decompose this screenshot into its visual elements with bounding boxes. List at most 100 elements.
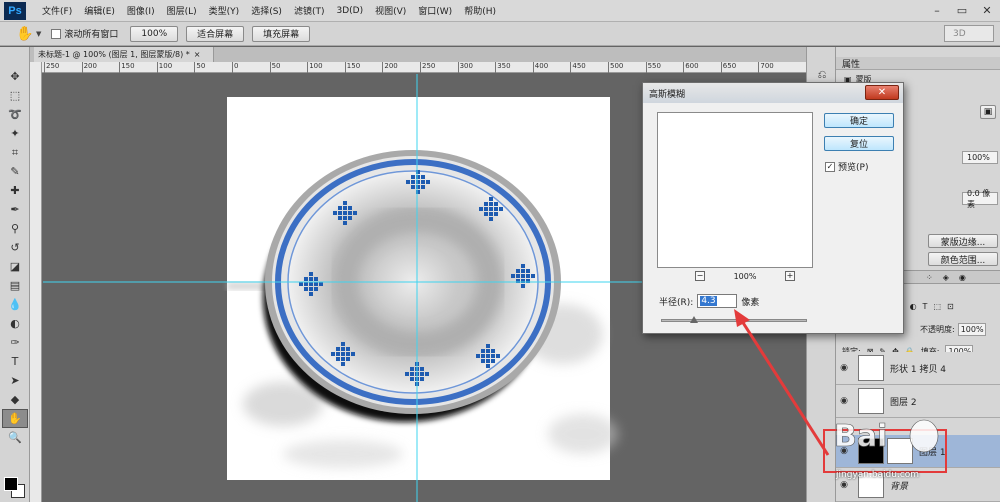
- healing-brush-tool-icon[interactable]: ✚: [2, 181, 28, 200]
- document-tab-bar: 未标题-1 @ 100% (图层 1, 图层蒙版/8) * ×: [30, 47, 806, 62]
- magic-wand-tool-icon[interactable]: ✦: [2, 124, 28, 143]
- restore-button[interactable]: ▭: [951, 2, 973, 18]
- apply-mask-icon[interactable]: ◈: [943, 273, 949, 282]
- horizontal-ruler[interactable]: 250 200 150 100 50 0 50 100 150 200 250 300 350 400 45…: [42, 62, 806, 73]
- tools-panel: ✥ ⬚ ➰ ✦ ⌗ ✎ ✚ ✒ ⚲ ↺ ◪ ▤ 💧 ◐ ✑ T ➤ ◆ ✋ 🔍: [0, 47, 30, 502]
- filter-smart-icon[interactable]: ⊡: [947, 302, 954, 311]
- fill-screen-button[interactable]: 填充屏幕: [252, 25, 311, 42]
- tool-preset-caret-icon[interactable]: ▼: [36, 30, 41, 38]
- menu-select[interactable]: 选择(S): [245, 4, 288, 17]
- filter-adjust-icon[interactable]: ◐: [910, 302, 917, 311]
- clone-stamp-tool-icon[interactable]: ⚲: [2, 219, 28, 238]
- scroll-all-checkbox[interactable]: [51, 28, 62, 39]
- menu-image[interactable]: 图像(I): [121, 4, 161, 17]
- zoom-out-button[interactable]: −: [695, 271, 705, 281]
- ruler-tick-label: 350: [495, 62, 511, 73]
- preview-label: 预览(P): [838, 163, 869, 173]
- zoom-100-button[interactable]: 100%: [130, 25, 179, 42]
- properties-panel-header: 属性: [836, 57, 1000, 70]
- layer-row-shape-copy[interactable]: ◉ 形状 1 拷贝 4: [836, 352, 1000, 385]
- feather-field[interactable]: 0.0 像素: [962, 189, 998, 209]
- shape-tool-icon[interactable]: ◆: [2, 390, 28, 409]
- window-controls: – ▭ ✕: [926, 2, 998, 18]
- ok-button[interactable]: 确定: [824, 113, 894, 128]
- layer-name: 图层 1: [919, 447, 946, 458]
- density-field[interactable]: 100%: [962, 151, 998, 164]
- preview-checkbox[interactable]: ✓: [825, 161, 835, 172]
- ruler-tick-label: 50: [194, 62, 205, 73]
- layer-thumbnail: [858, 355, 884, 381]
- marquee-tool-icon[interactable]: ⬚: [2, 86, 28, 105]
- filter-preview[interactable]: [657, 112, 813, 268]
- close-window-button[interactable]: ✕: [976, 2, 998, 18]
- pixel-mask-icon[interactable]: ▣: [980, 105, 996, 119]
- filter-shape-icon[interactable]: ⬚: [933, 302, 941, 311]
- radius-input[interactable]: 4.3: [697, 294, 738, 308]
- opacity-field[interactable]: 100%: [957, 323, 986, 336]
- layer-visibility-icon[interactable]: ◉: [836, 480, 852, 490]
- ruler-tick-label: 50: [269, 62, 281, 73]
- document-tab-close-icon[interactable]: ×: [194, 50, 201, 59]
- reset-button[interactable]: 复位: [824, 136, 894, 151]
- visibility-icon[interactable]: ◉: [959, 273, 966, 282]
- ruler-tick-label: 550: [645, 62, 661, 73]
- ruler-tick-label: 700: [758, 62, 774, 73]
- vertical-ruler[interactable]: [30, 62, 42, 502]
- dialog-close-button[interactable]: ✕: [865, 85, 899, 100]
- menu-type[interactable]: 类型(Y): [203, 4, 246, 17]
- layer-visibility-icon[interactable]: ◉: [836, 396, 852, 406]
- ruler-tick-label: 250: [44, 62, 59, 73]
- foreground-color-swatch[interactable]: [4, 477, 18, 491]
- load-selection-icon[interactable]: ⁘: [926, 273, 933, 282]
- photoshop-window: Ps 文件(F) 编辑(E) 图像(I) 图层(L) 类型(Y) 选择(S) 滤…: [0, 0, 1000, 502]
- scroll-all-windows-option[interactable]: 滚动所有窗口: [51, 27, 118, 40]
- type-tool-icon[interactable]: T: [2, 352, 28, 371]
- menu-help[interactable]: 帮助(H): [458, 4, 502, 17]
- menu-view[interactable]: 视图(V): [369, 4, 412, 17]
- radius-slider-thumb[interactable]: [690, 316, 699, 323]
- zoom-in-button[interactable]: +: [785, 271, 795, 281]
- menu-filter[interactable]: 滤镜(T): [288, 4, 331, 17]
- dialog-titlebar[interactable]: 高斯模糊: [643, 83, 903, 103]
- document-tab[interactable]: 未标题-1 @ 100% (图层 1, 图层蒙版/8) * ×: [34, 47, 214, 62]
- workspace-select[interactable]: 3D: [944, 25, 994, 42]
- ruler-tick-label: 600: [683, 62, 699, 73]
- layer-visibility-icon[interactable]: ◉: [836, 446, 852, 456]
- preview-zoom-level: 100%: [733, 271, 757, 281]
- blur-tool-icon[interactable]: 💧: [2, 295, 28, 314]
- hand-tool-active-icon[interactable]: ✋: [2, 409, 28, 428]
- brush-tool-icon[interactable]: ✒: [2, 200, 28, 219]
- filter-type-icon[interactable]: T: [923, 302, 928, 311]
- layer-row-layer-2[interactable]: ◉ 图层 2: [836, 385, 1000, 418]
- hand-tool-icon[interactable]: ✋: [14, 25, 36, 43]
- pen-tool-icon[interactable]: ✑: [2, 333, 28, 352]
- menu-3d[interactable]: 3D(D): [330, 6, 369, 16]
- menu-layer[interactable]: 图层(L): [161, 4, 203, 17]
- radius-unit: 像素: [741, 297, 760, 308]
- zoom-tool-icon[interactable]: 🔍: [2, 428, 28, 447]
- layer-mask-thumbnail[interactable]: [887, 438, 913, 464]
- dodge-tool-icon[interactable]: ◐: [2, 314, 28, 333]
- eyedropper-tool-icon[interactable]: ✎: [2, 162, 28, 181]
- gradient-tool-icon[interactable]: ▤: [2, 276, 28, 295]
- layer-visibility-icon[interactable]: ◉: [836, 363, 852, 373]
- lasso-tool-icon[interactable]: ➰: [2, 105, 28, 124]
- layer-row-layer-1[interactable]: ◉ 图层 1: [836, 435, 1000, 468]
- color-range-button[interactable]: 颜色范围...: [928, 252, 998, 266]
- mask-edge-button[interactable]: 蒙版边缘...: [928, 234, 998, 248]
- history-brush-tool-icon[interactable]: ↺: [2, 238, 28, 257]
- menu-window[interactable]: 窗口(W): [412, 4, 458, 17]
- ruler-tick-label: 150: [119, 62, 135, 73]
- crop-tool-icon[interactable]: ⌗: [2, 143, 28, 162]
- preview-option[interactable]: ✓ 预览(P): [825, 160, 868, 173]
- fit-screen-button[interactable]: 适合屏幕: [186, 25, 245, 42]
- eraser-tool-icon[interactable]: ◪: [2, 257, 28, 276]
- opacity-label: 不透明度:: [920, 325, 955, 334]
- move-tool-icon[interactable]: ✥: [2, 67, 28, 86]
- options-bar: ✋ ▼ 滚动所有窗口 100% 适合屏幕 填充屏幕 3D: [0, 22, 1000, 46]
- radius-slider[interactable]: [661, 316, 807, 323]
- menu-edit[interactable]: 编辑(E): [78, 4, 121, 17]
- path-selection-tool-icon[interactable]: ➤: [2, 371, 28, 390]
- minimize-button[interactable]: –: [926, 2, 948, 18]
- menu-file[interactable]: 文件(F): [36, 4, 78, 17]
